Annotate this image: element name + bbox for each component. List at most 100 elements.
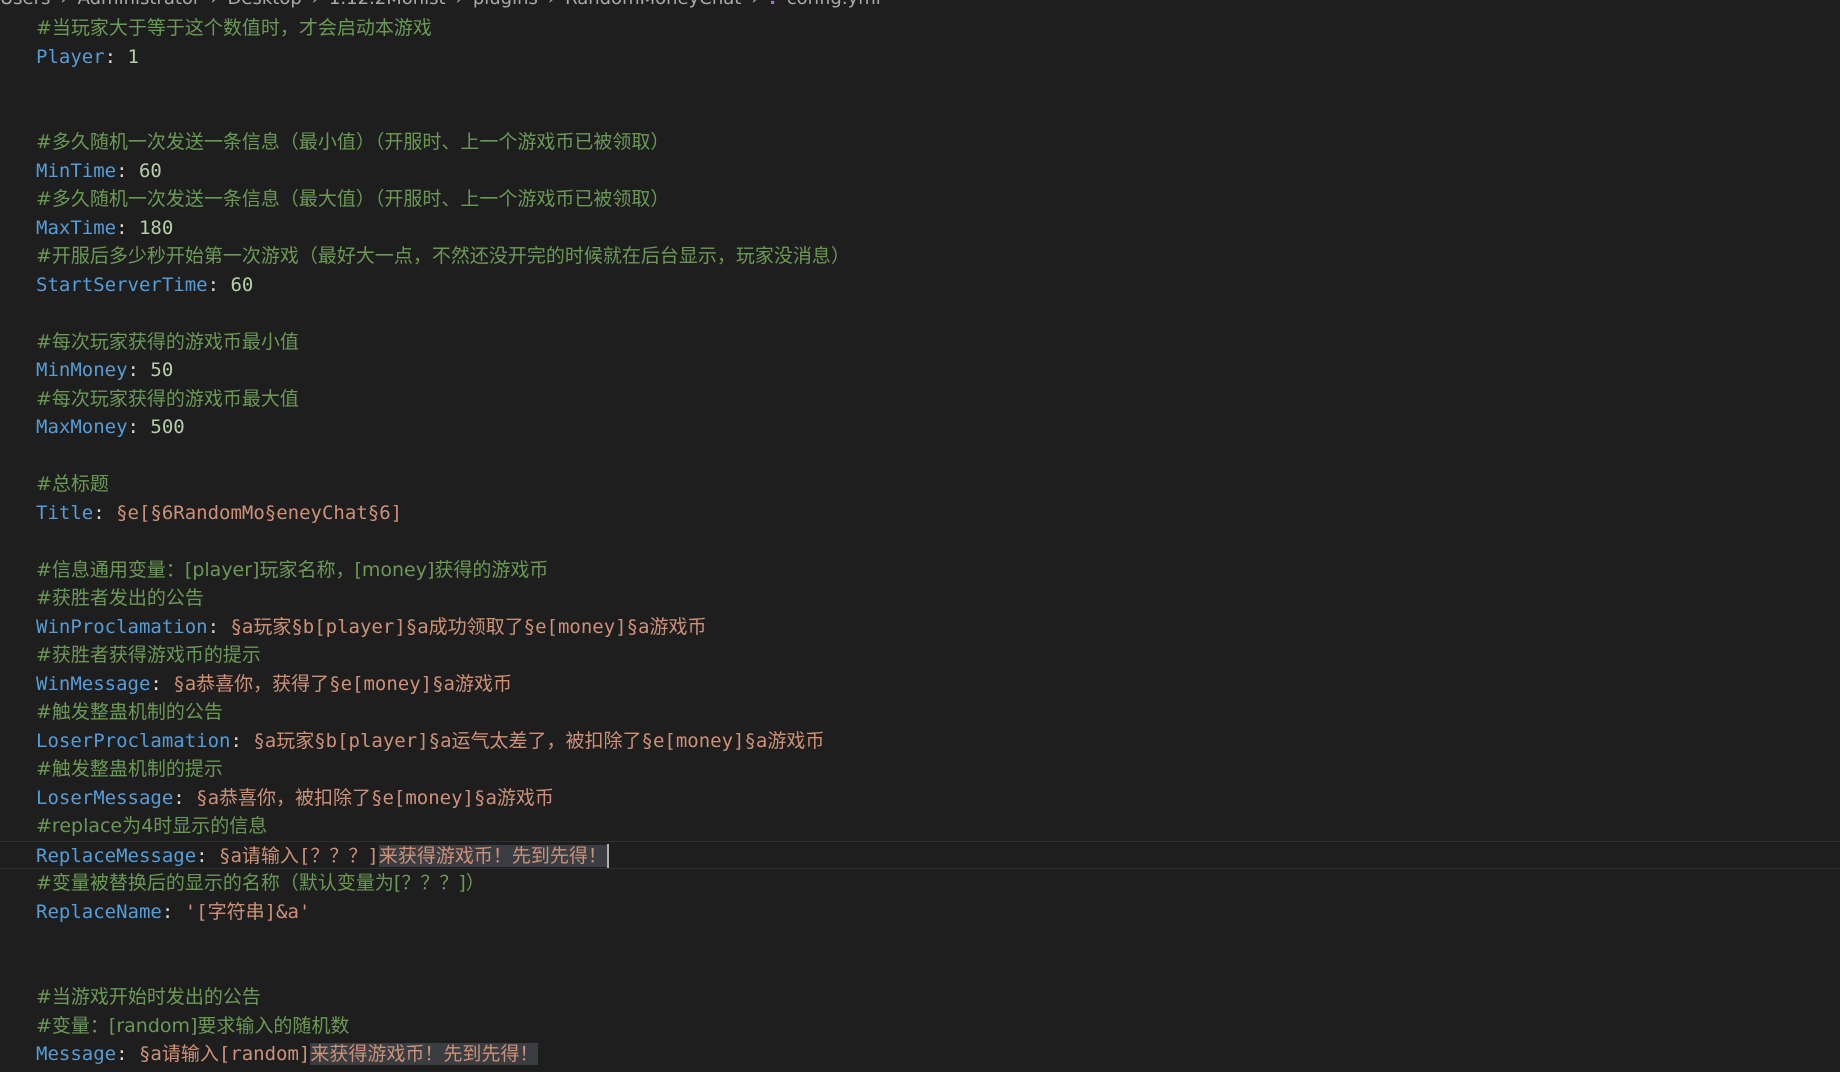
selected-text[interactable]: 来获得游戏币！先到先得！ [378, 844, 607, 867]
code-line[interactable]: #replace为4时显示的信息 [36, 812, 1840, 841]
colon: : [230, 729, 254, 752]
chevron-right-icon: › [210, 0, 217, 9]
yaml-value: §a恭喜你，获得了§e[money]§a游戏币 [173, 672, 512, 695]
code-line[interactable]: WinProclamation: §a玩家§b[player]§a成功领取了§e… [36, 613, 1840, 642]
yaml-key: LoserProclamation [36, 729, 231, 752]
code-line[interactable]: StartServerTime: 60 [36, 271, 1840, 300]
blank-line[interactable] [36, 955, 1840, 984]
yaml-key: LoserMessage [36, 786, 174, 809]
yaml-key: ReplaceName [36, 900, 162, 923]
code-line[interactable]: #开服后多少秒开始第一次游戏（最好大一点，不然还没开完的时候就在后台显示，玩家没… [36, 242, 1840, 271]
colon: : [116, 216, 139, 239]
yaml-value: 60 [230, 273, 254, 296]
code-line[interactable]: Message: §a请输入[random]来获得游戏币！先到先得！ [36, 1040, 1840, 1069]
code-line[interactable]: #多久随机一次发送一条信息（最大值）（开服时、上一个游戏币已被领取） [36, 185, 1840, 214]
yaml-key: MinMoney [36, 359, 128, 381]
blank-line[interactable] [36, 100, 1840, 129]
code-line[interactable]: #获胜者获得游戏币的提示 [36, 641, 1840, 670]
breadcrumb: Users › Administrator › Desktop › 1.12.2Monist… [0, 0, 881, 10]
comment-text: #每次玩家获得的游戏币最大值 [36, 387, 299, 410]
yaml-key: Title [36, 501, 94, 524]
yaml-value: §a玩家§b[player]§a运气太差了，被扣除了§e[money]§a游戏币 [253, 729, 825, 752]
blank-line[interactable] [36, 527, 1840, 556]
code-line[interactable]: MinMoney: 50 [36, 356, 1840, 385]
yaml-key: Message [36, 1043, 117, 1065]
code-line[interactable]: Title: §e[§6RandomMo§eneyChat§6] [36, 499, 1840, 528]
yaml-value: §a玩家§b[player]§a成功领取了§e[money]§a游戏币 [230, 615, 707, 638]
code-line[interactable]: #每次玩家获得的游戏币最小值 [36, 328, 1840, 357]
yaml-key: ReplaceMessage [36, 844, 197, 867]
code-line[interactable]: LoserProclamation: §a玩家§b[player]§a运气太差了… [36, 727, 1840, 756]
chevron-right-icon: › [60, 0, 67, 9]
comment-text: #多久随机一次发送一条信息（最小值）（开服时、上一个游戏币已被领取） [36, 131, 670, 153]
yaml-value: 1 [127, 45, 139, 68]
colon: : [207, 615, 231, 638]
code-line[interactable]: MaxTime: 180 [36, 214, 1840, 243]
breadcrumb-item[interactable]: plugins [473, 0, 538, 9]
comment-text: #当玩家大于等于这个数值时，才会启动本游戏 [36, 17, 432, 39]
comment-text: #获胜者发出的公告 [36, 587, 204, 609]
code-line[interactable]: ReplaceName: '[字符串]&a' [36, 898, 1840, 927]
blank-line[interactable] [36, 299, 1840, 328]
code-line[interactable]: #当游戏开始时发出的公告 [36, 983, 1840, 1012]
code-line[interactable]: #触发整蛊机制的提示 [36, 755, 1840, 784]
comment-text: #总标题 [36, 473, 109, 495]
breadcrumb-file[interactable]: config.yml [787, 0, 881, 9]
colon: : [93, 501, 117, 524]
breadcrumb-item[interactable]: Desktop [228, 0, 302, 9]
code-line[interactable]: WinMessage: §a恭喜你，获得了§e[money]§a游戏币 [36, 670, 1840, 699]
blank-line[interactable] [36, 926, 1840, 955]
comment-text: #开服后多少秒开始第一次游戏（最好大一点，不然还没开完的时候就在后台显示，玩家没… [36, 245, 850, 267]
colon: : [173, 786, 197, 809]
yaml-key: MaxTime [36, 216, 117, 239]
code-line[interactable]: MinTime: 60 [36, 157, 1840, 186]
breadcrumb-item[interactable]: RandomMoneyChat [565, 0, 741, 9]
code-line[interactable]: #多久随机一次发送一条信息（最小值）（开服时、上一个游戏币已被领取） [36, 128, 1840, 157]
comment-text: #replace为4时显示的信息 [36, 815, 268, 837]
code-line[interactable]: #总标题 [36, 470, 1840, 499]
yaml-value: 180 [138, 216, 174, 239]
yaml-value: 60 [138, 159, 162, 182]
text-cursor [606, 844, 609, 868]
code-line[interactable]: LoserMessage: §a恭喜你，被扣除了§e[money]§a游戏币 [36, 784, 1840, 813]
comment-text: #每次玩家获得的游戏币最小值 [36, 330, 299, 353]
yaml-value: §a请输入[random] [138, 1043, 311, 1065]
yaml-key: Player [36, 45, 105, 68]
comment-text: #触发整蛊机制的公告 [36, 701, 223, 723]
code-line[interactable]: Player: 1 [36, 43, 1840, 72]
code-line[interactable]: #当玩家大于等于这个数值时，才会启动本游戏 [36, 14, 1840, 43]
comment-text: #获胜者获得游戏币的提示 [36, 644, 261, 666]
blank-line[interactable] [36, 442, 1840, 471]
colon: : [104, 45, 128, 68]
colon: : [196, 844, 220, 867]
code-line[interactable]: #获胜者发出的公告 [36, 584, 1840, 613]
comment-text: #变量：[random]要求输入的随机数 [36, 1014, 350, 1037]
colon: : [127, 416, 151, 438]
chevron-right-icon: › [456, 0, 463, 9]
yaml-key: WinProclamation [36, 615, 208, 638]
selected-text[interactable]: 来获得游戏币！先到先得！ [310, 1043, 539, 1065]
chevron-right-icon: › [312, 0, 319, 9]
code-line[interactable]: MaxMoney: 500 [36, 413, 1840, 442]
breadcrumb-item[interactable]: 1.12.2Monist [329, 0, 446, 9]
code-line[interactable]: #变量被替换后的显示的名称（默认变量为[？？？]） [36, 869, 1840, 898]
comment-text: #当游戏开始时发出的公告 [36, 986, 261, 1008]
chevron-right-icon: › [751, 0, 758, 9]
code-line[interactable]: #信息通用变量：[player]玩家名称，[money]获得的游戏币 [36, 556, 1840, 585]
code-line[interactable]: #触发整蛊机制的公告 [36, 698, 1840, 727]
code-area[interactable]: #当玩家大于等于这个数值时，才会启动本游戏 Player: 1 #多久随机一次发送一… [0, 14, 1840, 1069]
breadcrumb-item[interactable]: Users [0, 0, 50, 9]
code-editor[interactable]: Users › Administrator › Desktop › 1.12.2Monist… [0, 0, 1840, 1072]
code-line[interactable]: #每次玩家获得的游戏币最大值 [36, 385, 1840, 414]
code-line[interactable]: #变量：[random]要求输入的随机数 [36, 1012, 1840, 1041]
blank-line[interactable] [36, 71, 1840, 100]
comment-text: #触发整蛊机制的提示 [36, 758, 223, 780]
colon: : [127, 359, 151, 381]
breadcrumb-item[interactable]: Administrator [78, 0, 201, 9]
yaml-key: MinTime [36, 159, 117, 182]
colon: : [116, 159, 139, 182]
yaml-value: '[字符串]&a' [184, 900, 311, 923]
code-line[interactable]: ReplaceMessage: §a请输入[？？？]来获得游戏币！先到先得！ [0, 840, 1840, 869]
yaml-value: §a请输入[？？？] [219, 844, 379, 867]
yaml-key: MaxMoney [36, 416, 128, 438]
